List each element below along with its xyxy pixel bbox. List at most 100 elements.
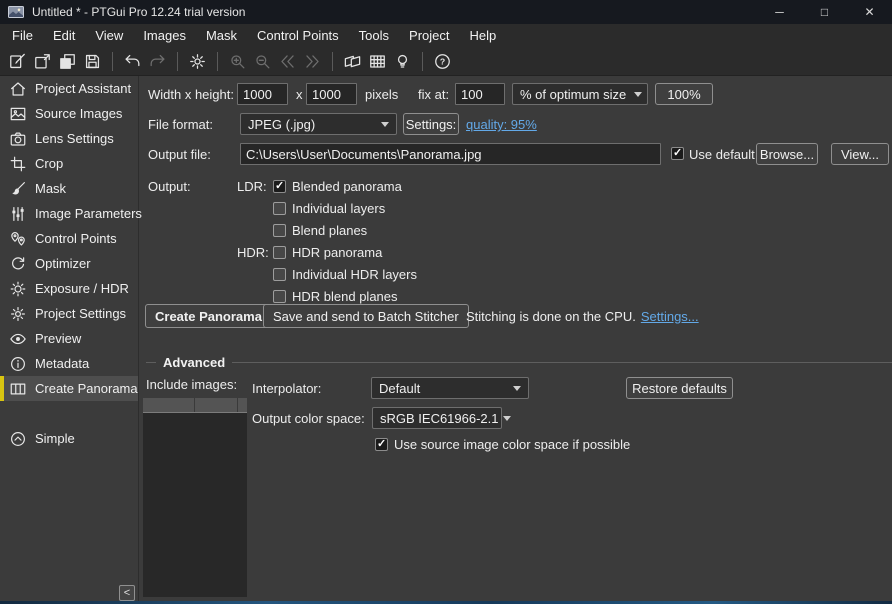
sidebar-item-source-images[interactable]: Source Images [0, 101, 138, 126]
quality-link[interactable]: quality: 95% [466, 117, 537, 132]
toolbar-settings-gear-button[interactable] [185, 50, 210, 74]
checkbox-individual-layers[interactable] [273, 202, 286, 215]
maximize-button[interactable]: □ [802, 0, 847, 24]
optimum-size-button[interactable]: 100% [655, 83, 713, 105]
window-controls: ─ □ ✕ [757, 0, 892, 24]
file-format-value: JPEG (.jpg) [248, 117, 315, 132]
use-source-color-checkbox[interactable] [375, 438, 388, 451]
sidebar: Project Assistant Source Images Lens Setti… [0, 76, 139, 601]
sidebar-item-project-settings[interactable]: Project Settings [0, 301, 138, 326]
output-option-row: Individual HDR layers [237, 263, 417, 285]
output-path-input[interactable] [240, 143, 661, 165]
save-icon [83, 52, 102, 71]
sidebar-item-label: Source Images [35, 106, 122, 121]
sidebar-item-control-points[interactable]: Control Points [0, 226, 138, 251]
include-images-label: Include images: [146, 377, 237, 392]
sidebar-item-exposure-hdr[interactable]: Exposure / HDR [0, 276, 138, 301]
sidebar-collapse-button[interactable]: < [119, 585, 135, 601]
include-images-table-body[interactable] [143, 413, 247, 597]
create-panorama-button[interactable]: Create Panorama [145, 304, 272, 328]
restore-defaults-button[interactable]: Restore defaults [626, 377, 733, 399]
app-icon [8, 4, 24, 20]
menu-mask[interactable]: Mask [196, 24, 247, 48]
output-label: Output: [148, 179, 191, 194]
height-input[interactable] [306, 83, 357, 105]
pixels-label: pixels [365, 87, 398, 102]
toolbar-zoom-in-button [225, 50, 250, 74]
interpolator-select[interactable]: Default [371, 377, 529, 399]
panorama-editor-icon [343, 52, 362, 71]
sidebar-item-preview[interactable]: Preview [0, 326, 138, 351]
output-option-row: HDR:HDR panorama [237, 241, 417, 263]
checkbox-hdr-blend-planes[interactable] [273, 290, 286, 303]
use-default-checkbox[interactable] [671, 147, 684, 160]
sidebar-item-metadata[interactable]: Metadata [0, 351, 138, 376]
file-format-select[interactable]: JPEG (.jpg) [240, 113, 397, 135]
sidebar-item-mask[interactable]: Mask [0, 176, 138, 201]
toolbar-undo-button[interactable] [120, 50, 145, 74]
panorama-icon [9, 380, 27, 398]
width-input[interactable] [237, 83, 288, 105]
sidebar-item-image-parameters[interactable]: Image Parameters [0, 201, 138, 226]
sidebar-item-simple[interactable]: Simple [0, 426, 138, 451]
toolbar-detail-viewer-button[interactable] [365, 50, 390, 74]
image-icon [9, 105, 27, 123]
toolbar-new-project-button[interactable] [5, 50, 30, 74]
toolbar-panorama-editor-button[interactable] [340, 50, 365, 74]
sidebar-item-create-panorama[interactable]: Create Panorama [0, 376, 138, 401]
map-pins-icon [9, 230, 27, 248]
menu-control-points[interactable]: Control Points [247, 24, 349, 48]
menu-project[interactable]: Project [399, 24, 459, 48]
undo-icon [123, 52, 142, 71]
menu-view[interactable]: View [85, 24, 133, 48]
format-settings-button[interactable]: Settings: [403, 113, 459, 135]
browse-button[interactable]: Browse... [756, 143, 818, 165]
open-project-icon [33, 52, 52, 71]
output-group-label: LDR: [237, 179, 269, 194]
batch-stitcher-button[interactable]: Save and send to Batch Stitcher [263, 304, 469, 328]
cpu-settings-link[interactable]: Settings... [641, 309, 699, 324]
sidebar-item-label: Project Assistant [35, 81, 131, 96]
toolbar-help-button[interactable]: ? [430, 50, 455, 74]
sidebar-item-label: Control Points [35, 231, 117, 246]
checkbox-label: HDR panorama [292, 245, 382, 260]
menu-file[interactable]: File [2, 24, 43, 48]
output-option-row: Blend planes [237, 219, 417, 241]
menu-edit[interactable]: Edit [43, 24, 85, 48]
sidebar-item-optimizer[interactable]: Optimizer [0, 251, 138, 276]
sidebar-item-lens-settings[interactable]: Lens Settings [0, 126, 138, 151]
sliders-icon [9, 205, 27, 223]
size-unit-select[interactable]: % of optimum size [512, 83, 648, 105]
color-space-select[interactable]: sRGB IEC61966-2.1 [372, 407, 502, 429]
view-button[interactable]: View... [831, 143, 889, 165]
menu-tools[interactable]: Tools [349, 24, 399, 48]
checkbox-individual-hdr-layers[interactable] [273, 268, 286, 281]
toolbar-duplicate-button[interactable] [55, 50, 80, 74]
toolbar-light-bulb-button[interactable] [390, 50, 415, 74]
sidebar-item-label: Image Parameters [35, 206, 142, 221]
toolbar-open-project-button[interactable] [30, 50, 55, 74]
close-button[interactable]: ✕ [847, 0, 892, 24]
size-unit-value: % of optimum size [520, 87, 626, 102]
menu-images[interactable]: Images [133, 24, 196, 48]
redo-icon [148, 52, 167, 71]
sidebar-item-crop[interactable]: Crop [0, 151, 138, 176]
file-format-label: File format: [148, 117, 213, 132]
include-images-table[interactable] [143, 398, 247, 597]
cpu-status-row: Stitching is done on the CPU. Settings..… [466, 304, 699, 328]
use-source-color-row: Use source image color space if possible [375, 437, 630, 452]
checkbox-hdr-panorama[interactable] [273, 246, 286, 259]
settings-gear-icon [188, 52, 207, 71]
toolbar-save-button[interactable] [80, 50, 105, 74]
menu-help[interactable]: Help [460, 24, 507, 48]
sidebar-item-label: Lens Settings [35, 131, 114, 146]
chevron-down-icon [503, 416, 511, 421]
sidebar-item-project-assistant[interactable]: Project Assistant [0, 76, 138, 101]
x-separator: x [296, 87, 303, 102]
toolbar-separator [217, 52, 218, 71]
sidebar-item-label: Simple [35, 431, 75, 446]
minimize-button[interactable]: ─ [757, 0, 802, 24]
checkbox-blend-planes[interactable] [273, 224, 286, 237]
checkbox-blended-panorama[interactable] [273, 180, 286, 193]
fix-at-input[interactable] [455, 83, 505, 105]
